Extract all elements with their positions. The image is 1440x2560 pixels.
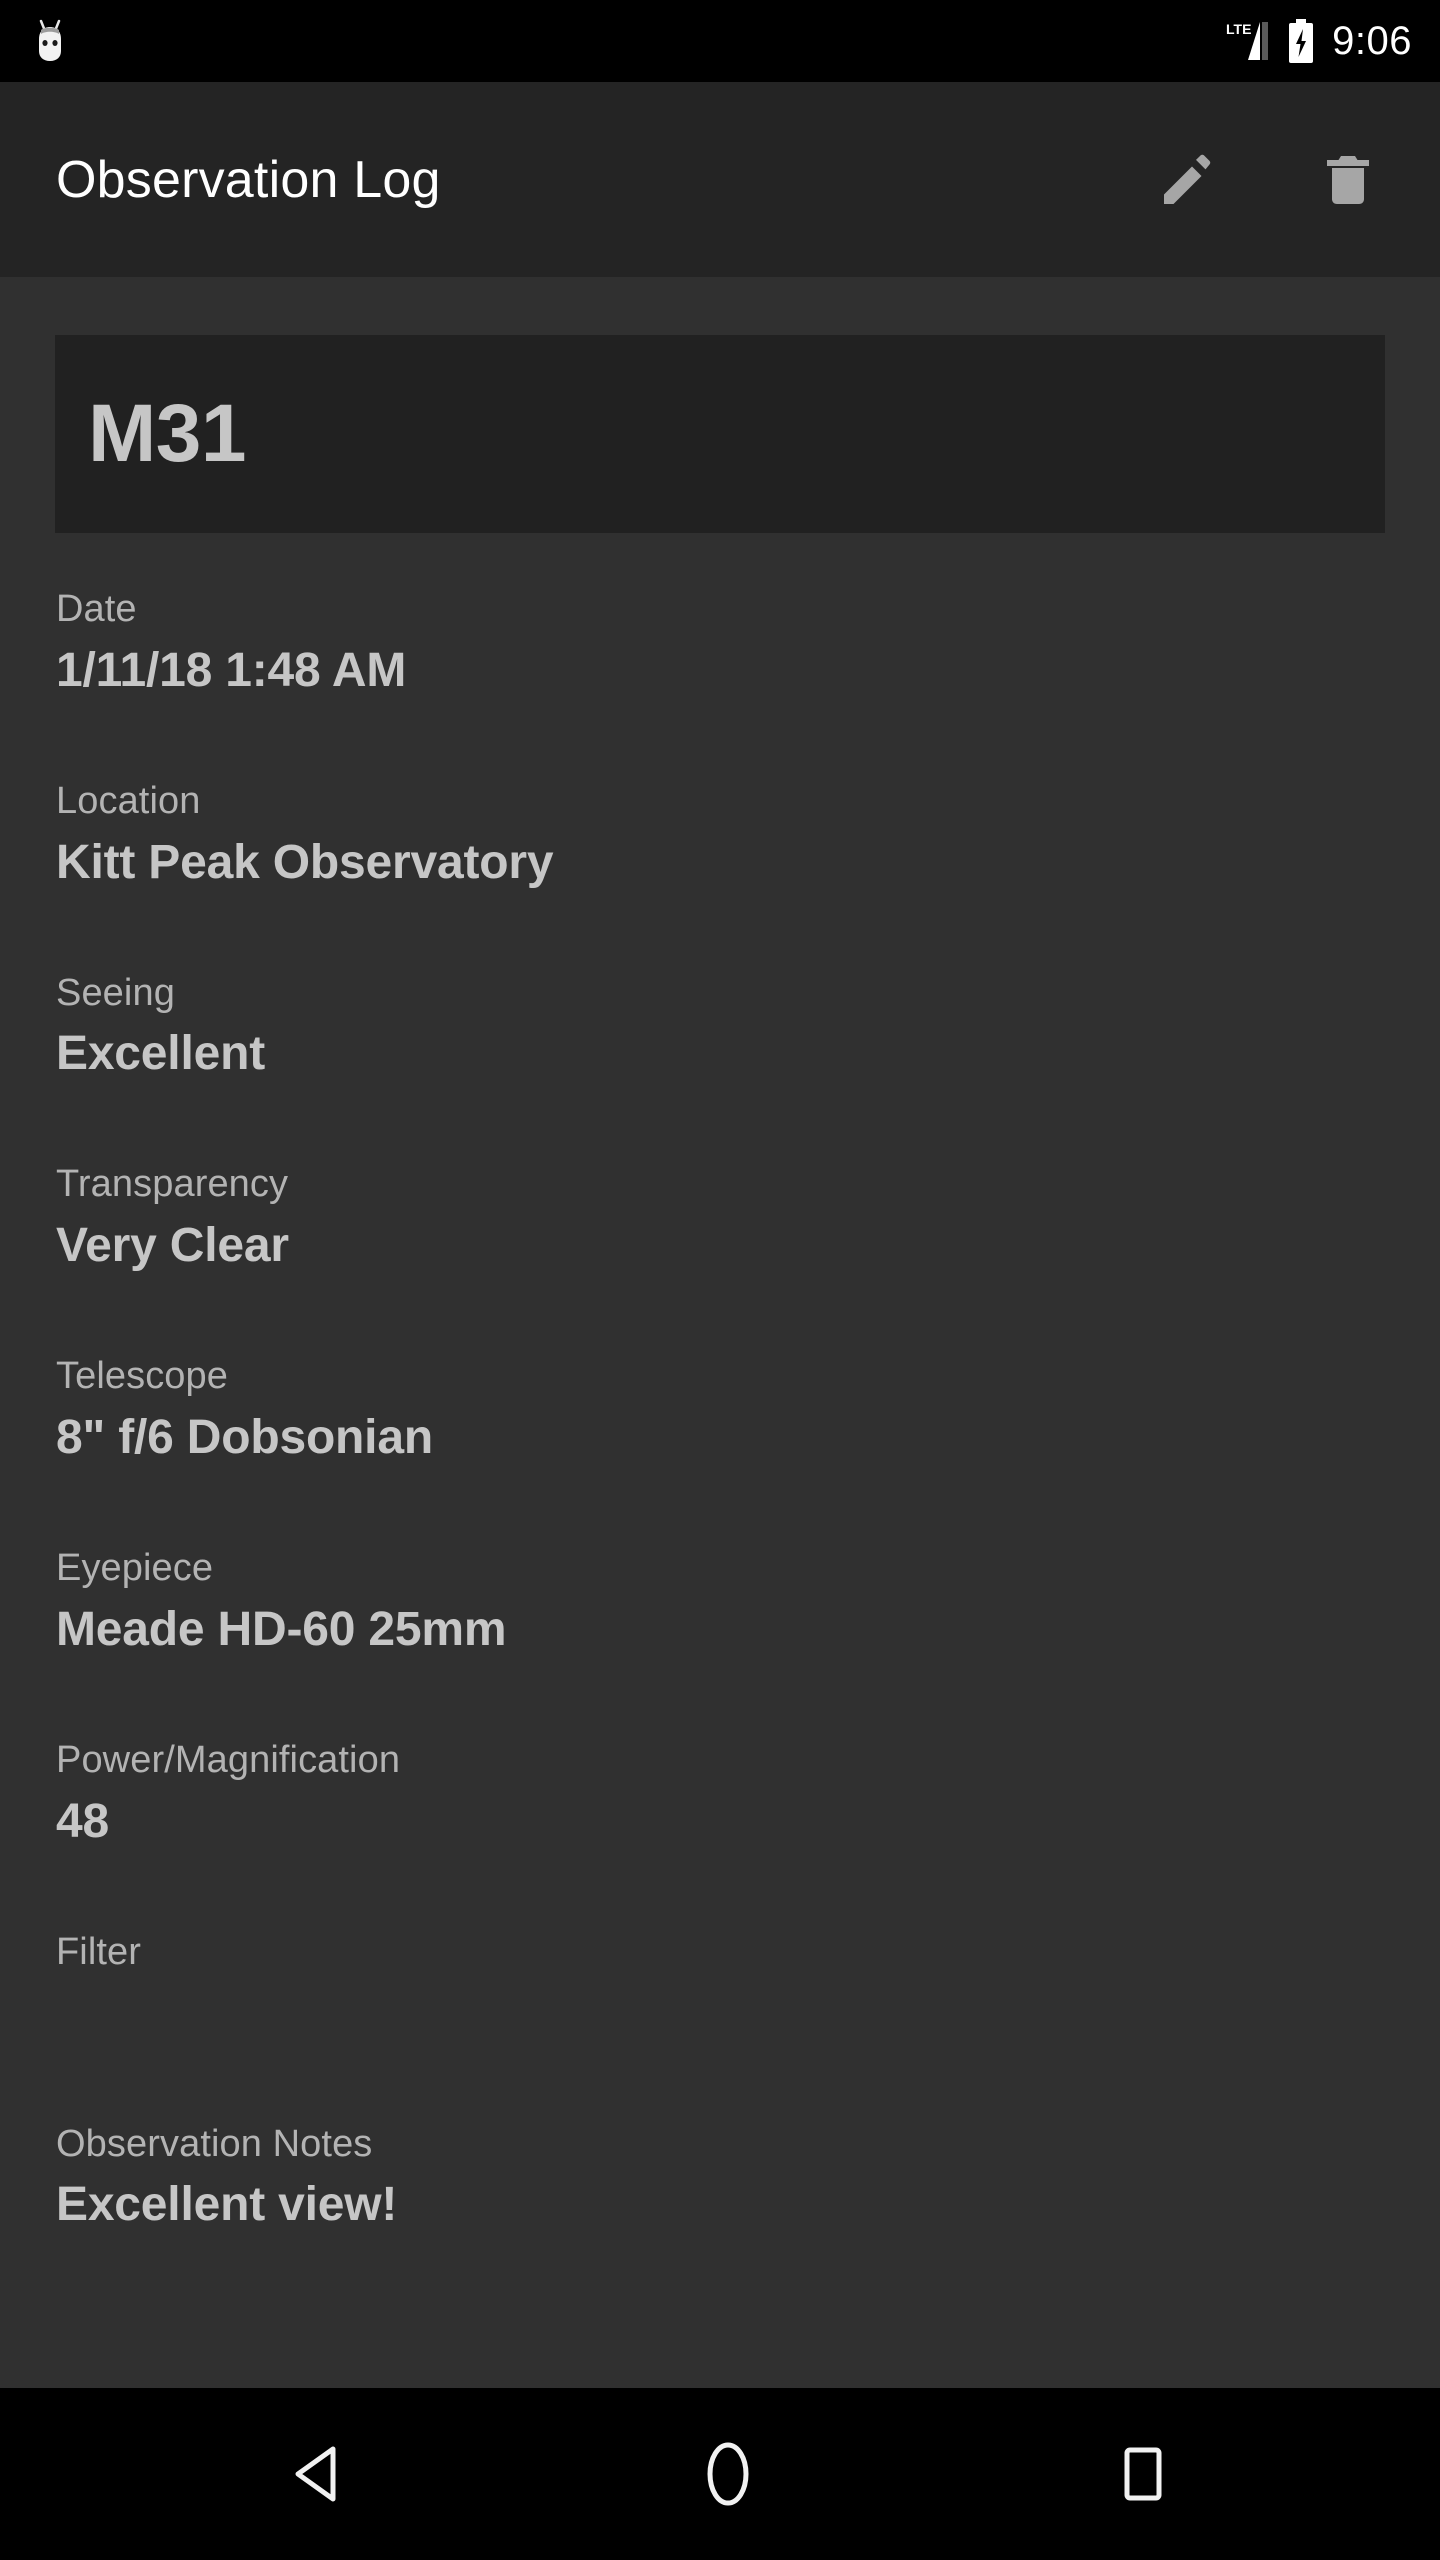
nav-back-button[interactable] (228, 2388, 408, 2560)
phone-screen: LTE 9:06 Observation Log M31 Date 1/11/1… (0, 0, 1440, 2560)
object-name: M31 (88, 388, 247, 479)
app-bar: Observation Log (0, 82, 1440, 277)
pencil-icon (1161, 153, 1215, 207)
field-label: Location (56, 779, 201, 822)
field-observation-notes: Observation Notes Excellent view! (56, 2122, 1386, 2235)
field-label: Date (56, 588, 137, 630)
field-label: Seeing (56, 971, 175, 1014)
app-bar-actions (1140, 132, 1396, 228)
battery-charging-icon (1286, 19, 1316, 63)
field-value: 48 (56, 1794, 109, 1848)
field-label: Observation Notes (56, 2122, 373, 2165)
field-value: 8" f/6 Dobsonian (56, 1411, 433, 1465)
field-power-magnification: Power/Magnification 48 (56, 1738, 1386, 1851)
field-seeing: Seeing Excellent (56, 971, 1386, 1084)
field-value: Kitt Peak Observatory (56, 835, 554, 889)
status-bar-clock: 9:06 (1332, 19, 1412, 63)
field-date: Date 1/11/18 1:48 AM (56, 587, 1386, 700)
field-filter: Filter (56, 1930, 1386, 2043)
field-value: 1/11/18 1:48 AM (56, 643, 407, 697)
edit-button[interactable] (1140, 132, 1236, 228)
status-bar-system-icons: LTE 9:06 (1226, 19, 1412, 63)
field-location: Location Kitt Peak Observatory (56, 779, 1386, 892)
trash-icon (1324, 153, 1372, 207)
field-eyepiece: Eyepiece Meade HD-60 25mm (56, 1546, 1386, 1659)
nav-recents-button[interactable] (1053, 2388, 1233, 2560)
field-label: Power/Magnification (56, 1738, 401, 1781)
field-label: Eyepiece (56, 1547, 214, 1590)
field-value: Excellent view! (56, 2178, 398, 2232)
signal-bars-icon: LTE (1226, 20, 1270, 62)
back-triangle-icon (291, 2443, 345, 2505)
field-label: Transparency (56, 1163, 289, 1206)
nav-home-button[interactable] (638, 2388, 818, 2560)
observation-detail-content: M31 Date 1/11/18 1:48 AM Location Kitt P… (0, 277, 1440, 2388)
field-label: Telescope (56, 1355, 229, 1398)
page-title: Observation Log (56, 150, 441, 209)
field-list: Date 1/11/18 1:48 AM Location Kitt Peak … (56, 587, 1386, 2313)
object-name-card: M31 (55, 335, 1385, 533)
field-value (56, 1985, 1386, 2043)
svg-text:LTE: LTE (1226, 21, 1251, 37)
status-bar-notifications (30, 17, 70, 65)
field-value: Meade HD-60 25mm (56, 1602, 507, 1656)
field-value: Excellent (56, 1027, 265, 1081)
field-telescope: Telescope 8" f/6 Dobsonian (56, 1354, 1386, 1467)
navigation-bar (0, 2388, 1440, 2560)
home-circle-icon (702, 2441, 754, 2507)
recents-square-icon (1119, 2445, 1167, 2503)
field-transparency: Transparency Very Clear (56, 1162, 1386, 1275)
cyanogenmod-robot-icon (30, 17, 70, 65)
field-value: Very Clear (56, 1219, 289, 1273)
status-bar: LTE 9:06 (0, 0, 1440, 82)
field-label: Filter (56, 1930, 142, 1973)
delete-button[interactable] (1300, 132, 1396, 228)
